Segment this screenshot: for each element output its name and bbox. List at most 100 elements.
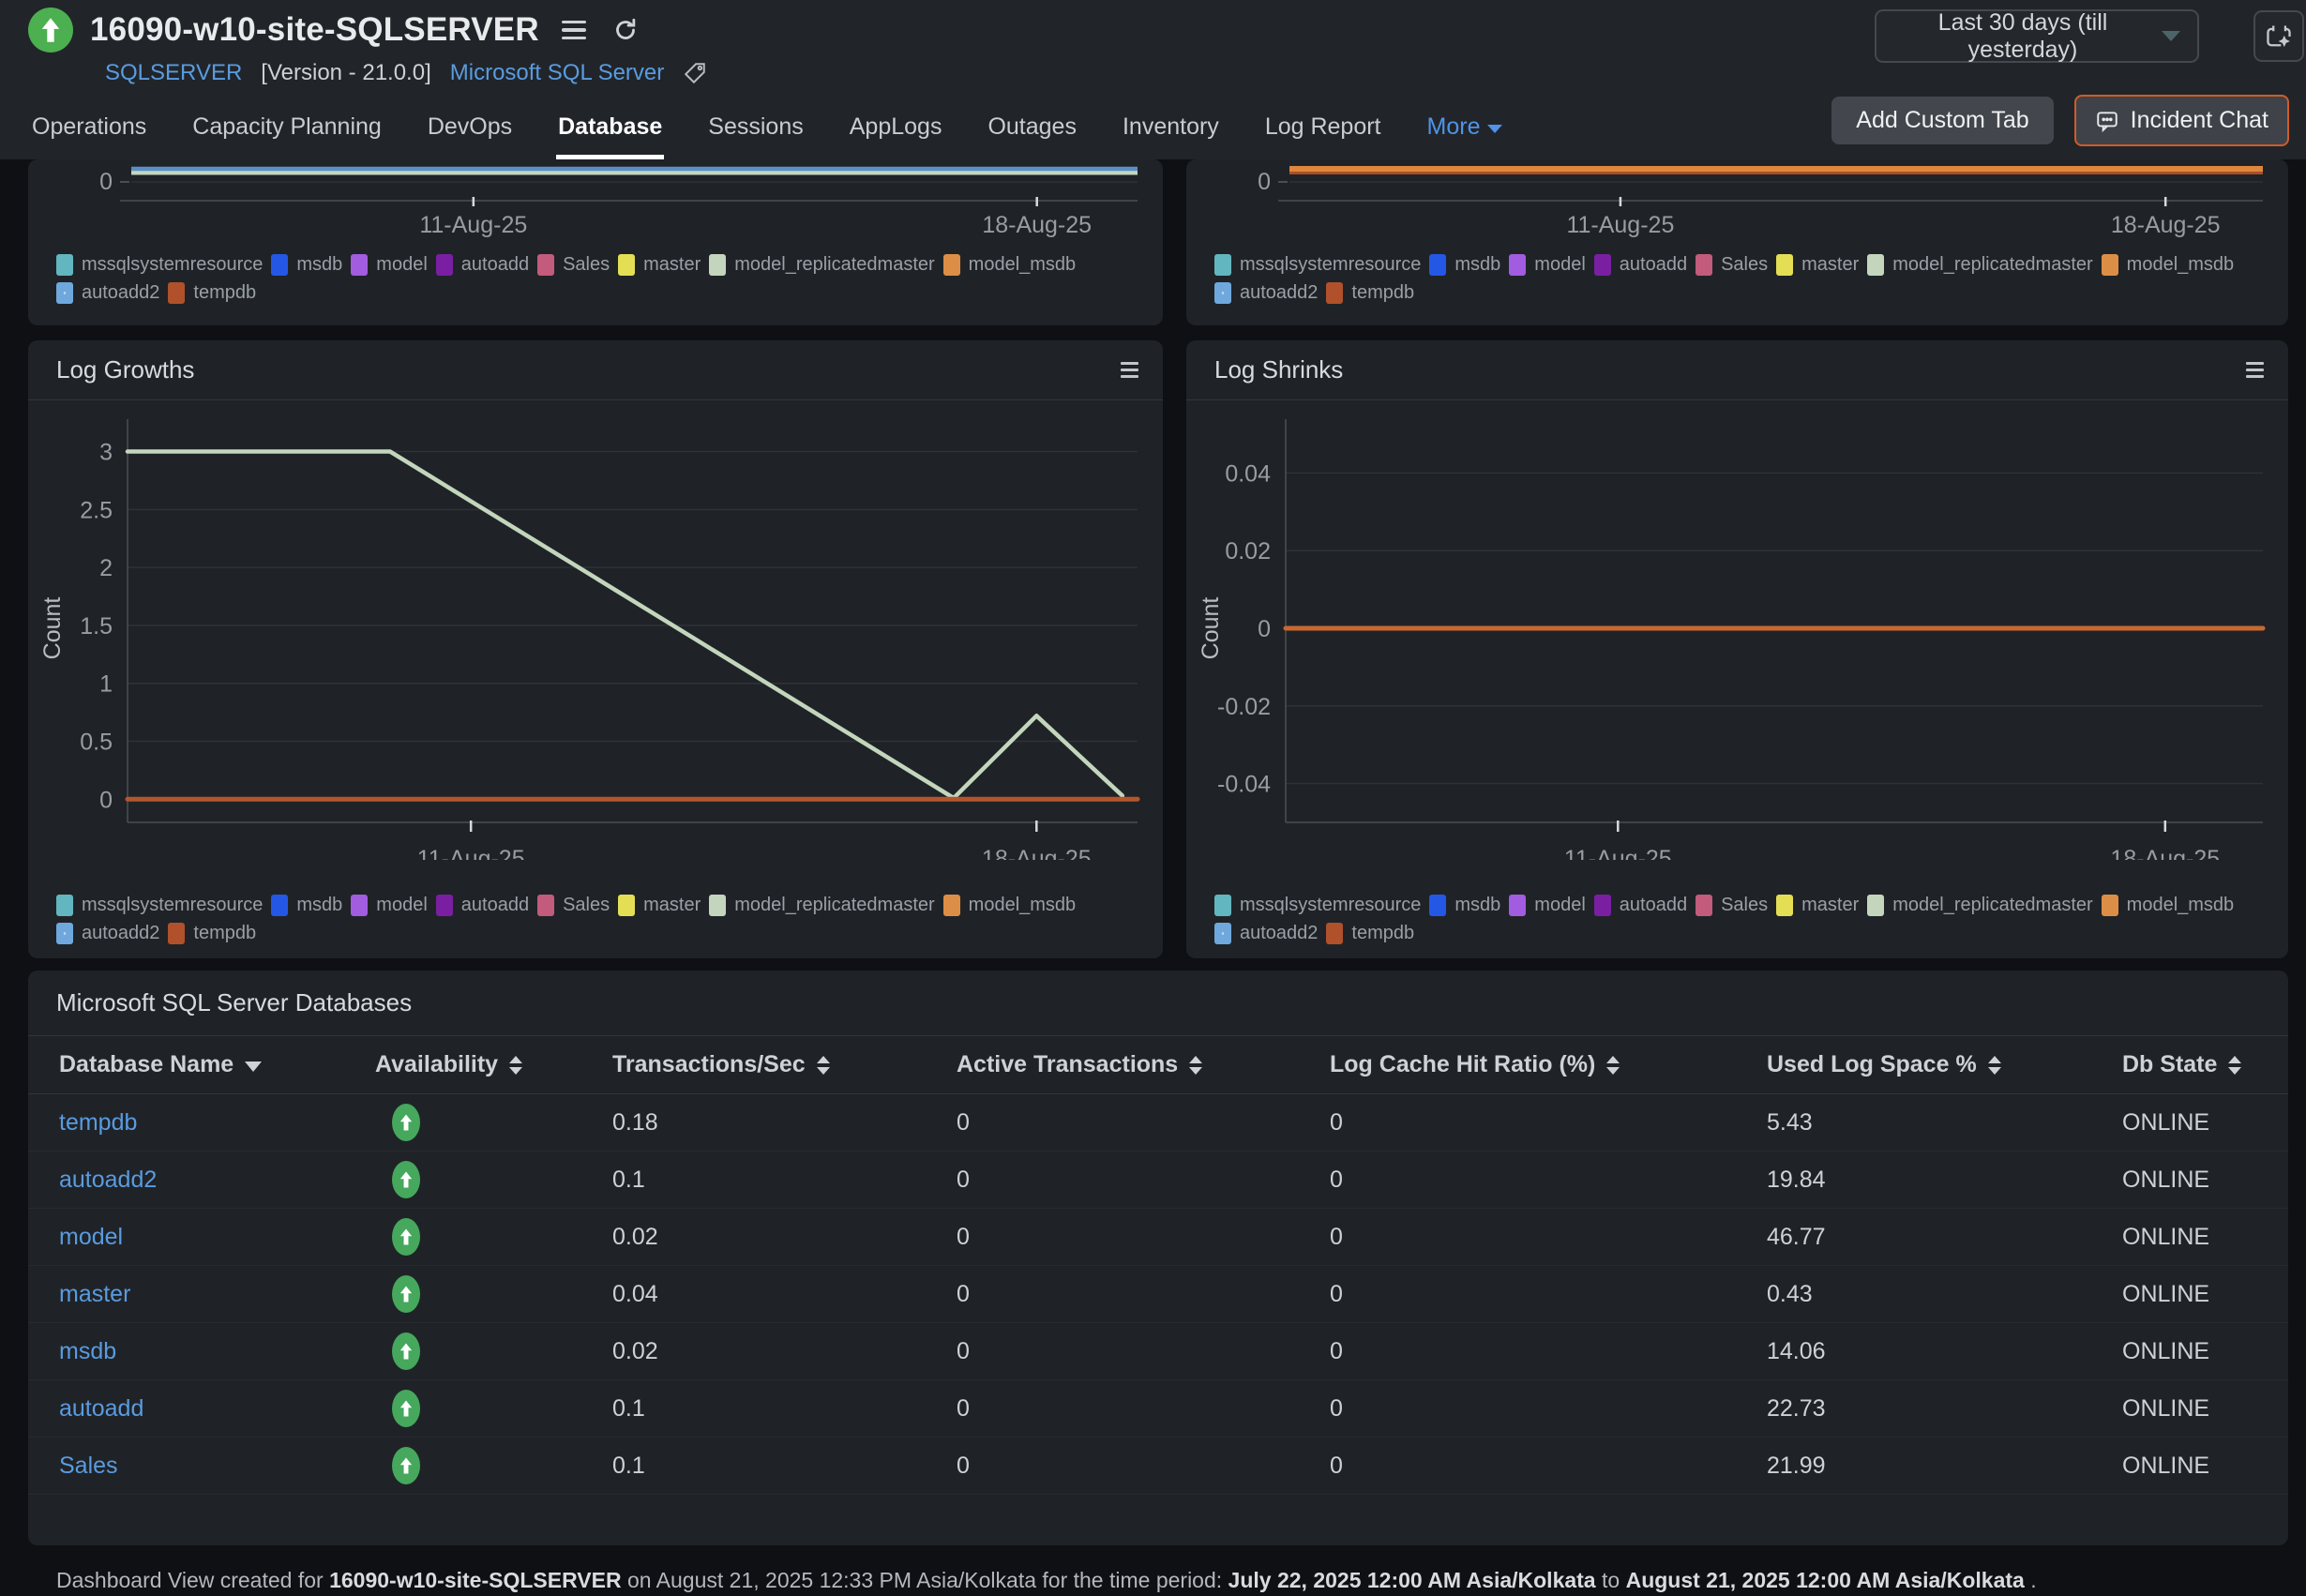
legend-label: autoadd [1620,254,1687,276]
legend-swatch [618,895,635,916]
legend-item-tempdb[interactable]: tempdb [1326,923,1414,944]
column-header-availability[interactable]: Availability [375,1051,612,1078]
column-header-db-state[interactable]: Db State [2122,1051,2257,1078]
legend-item-mssqlsystemresource[interactable]: mssqlsystemresource [56,254,263,276]
legend-item-tempdb[interactable]: tempdb [1326,282,1414,304]
custom-view-button[interactable] [2253,10,2304,62]
svg-text:Count: Count [1198,597,1224,660]
legend-swatch [709,895,726,916]
legend-swatch [537,895,554,916]
legend-label: master [643,895,701,916]
legend-item-model_msdb[interactable]: model_msdb [943,254,1077,276]
legend-item-mssqlsystemresource[interactable]: mssqlsystemresource [1214,254,1421,276]
legend-item-autoadd[interactable]: autoadd [1594,254,1687,276]
tab-log-report[interactable]: Log Report [1263,102,1383,159]
legend-item-model[interactable]: model [351,254,427,276]
tab-capacity-planning[interactable]: Capacity Planning [190,102,384,159]
legend-swatch [1594,254,1611,276]
database-link-tempdb[interactable]: tempdb [59,1109,137,1136]
transactions-per-sec-value: 0.02 [612,1338,957,1365]
database-link-model[interactable]: model [59,1224,123,1250]
database-link-autoadd[interactable]: autoadd [59,1395,143,1422]
svg-text:18-Aug-25: 18-Aug-25 [982,212,1092,238]
legend-item-model[interactable]: model [351,895,427,916]
legend-item-model_replicatedmaster[interactable]: model_replicatedmaster [709,254,934,276]
legend-item-mssqlsystemresource[interactable]: mssqlsystemresource [1214,895,1421,916]
svg-text:11-Aug-25: 11-Aug-25 [419,212,527,238]
log-cache-hit-ratio-value: 0 [1330,1453,1767,1480]
tag-icon[interactable] [683,61,707,85]
legend-item-model[interactable]: model [1509,895,1585,916]
column-header-active-transactions[interactable]: Active Transactions [957,1051,1330,1078]
sort-icon [1189,1056,1202,1075]
legend-item-Sales[interactable]: Sales [537,895,610,916]
database-link-autoadd2[interactable]: autoadd2 [59,1167,157,1193]
legend-item-master[interactable]: master [618,254,701,276]
legend-item-Sales[interactable]: Sales [537,254,610,276]
tab-sessions[interactable]: Sessions [706,102,805,159]
legend-item-model_replicatedmaster[interactable]: model_replicatedmaster [1867,895,2092,916]
legend-item-Sales[interactable]: Sales [1696,254,1768,276]
legend-item-autoadd[interactable]: autoadd [436,895,529,916]
legend-item-master[interactable]: master [1776,254,1859,276]
tab-operations[interactable]: Operations [30,102,148,159]
legend-item-master[interactable]: master [618,895,701,916]
legend-item-autoadd2[interactable]: autoadd2 [1214,923,1318,944]
active-transactions-value: 0 [957,1224,1330,1251]
tab-bar: Operations Capacity Planning DevOps Databas… [30,102,1504,159]
svg-text:0: 0 [99,787,113,813]
db-state-value: ONLINE [2122,1338,2257,1365]
incident-chat-button[interactable]: Incident Chat [2074,95,2289,146]
tab-outages[interactable]: Outages [986,102,1078,159]
legend-item-model_replicatedmaster[interactable]: model_replicatedmaster [709,895,934,916]
category-link[interactable]: Microsoft SQL Server [450,60,665,86]
tab-devops[interactable]: DevOps [426,102,514,159]
title-row: 16090-w10-site-SQLSERVER [28,8,639,53]
panel-menu-icon[interactable] [1121,362,1138,378]
legend-item-msdb[interactable]: msdb [1429,254,1500,276]
column-header-transactions-sec[interactable]: Transactions/Sec [612,1051,957,1078]
column-header-database-name[interactable]: Database Name [59,1051,375,1078]
legend-item-tempdb[interactable]: tempdb [168,282,256,304]
tab-more[interactable]: More [1425,102,1505,159]
transactions-per-sec-value: 0.04 [612,1281,957,1308]
legend-item-model_msdb[interactable]: model_msdb [2102,895,2235,916]
legend-item-model_msdb[interactable]: model_msdb [2102,254,2235,276]
legend-item-Sales[interactable]: Sales [1696,895,1768,916]
svg-text:3: 3 [99,440,113,466]
tab-database[interactable]: Database [556,102,664,159]
monitor-type-link[interactable]: SQLSERVER [105,60,242,86]
refresh-icon[interactable] [612,17,639,43]
legend-item-model[interactable]: model [1509,254,1585,276]
legend-item-msdb[interactable]: msdb [271,895,342,916]
legend-item-model_replicatedmaster[interactable]: model_replicatedmaster [1867,254,2092,276]
chart-legend: mssqlsystemresource msdb model autoadd Sales… [28,895,1163,944]
top-left-chart: 011-Aug-2518-Aug-25 [28,159,1163,247]
panel-menu-icon[interactable] [2246,362,2264,378]
legend-label: model_replicatedmaster [1892,254,2092,276]
legend-item-autoadd[interactable]: autoadd [1594,895,1687,916]
legend-item-autoadd2[interactable]: autoadd2 [56,282,159,304]
legend-swatch [1326,923,1343,944]
database-link-Sales[interactable]: Sales [59,1453,118,1479]
legend-item-msdb[interactable]: msdb [1429,895,1500,916]
tab-applogs[interactable]: AppLogs [848,102,944,159]
time-range-select[interactable]: Last 30 days (till yesterday) [1875,9,2199,63]
database-link-msdb[interactable]: msdb [59,1338,116,1364]
svg-text:2: 2 [99,555,113,581]
legend-item-mssqlsystemresource[interactable]: mssqlsystemresource [56,895,263,916]
add-custom-tab-button[interactable]: Add Custom Tab [1831,97,2053,144]
database-link-master[interactable]: master [59,1281,130,1307]
legend-item-autoadd2[interactable]: autoadd2 [1214,282,1318,304]
tab-inventory[interactable]: Inventory [1121,102,1221,159]
legend-item-msdb[interactable]: msdb [271,254,342,276]
legend-label: model_replicatedmaster [734,895,934,916]
legend-item-autoadd2[interactable]: autoadd2 [56,923,159,944]
legend-item-tempdb[interactable]: tempdb [168,923,256,944]
legend-item-model_msdb[interactable]: model_msdb [943,895,1077,916]
column-header-log-cache-hit-ratio-[interactable]: Log Cache Hit Ratio (%) [1330,1051,1767,1078]
legend-item-master[interactable]: master [1776,895,1859,916]
column-header-used-log-space-[interactable]: Used Log Space % [1767,1051,2122,1078]
legend-item-autoadd[interactable]: autoadd [436,254,529,276]
monitor-menu-icon[interactable] [562,21,586,40]
